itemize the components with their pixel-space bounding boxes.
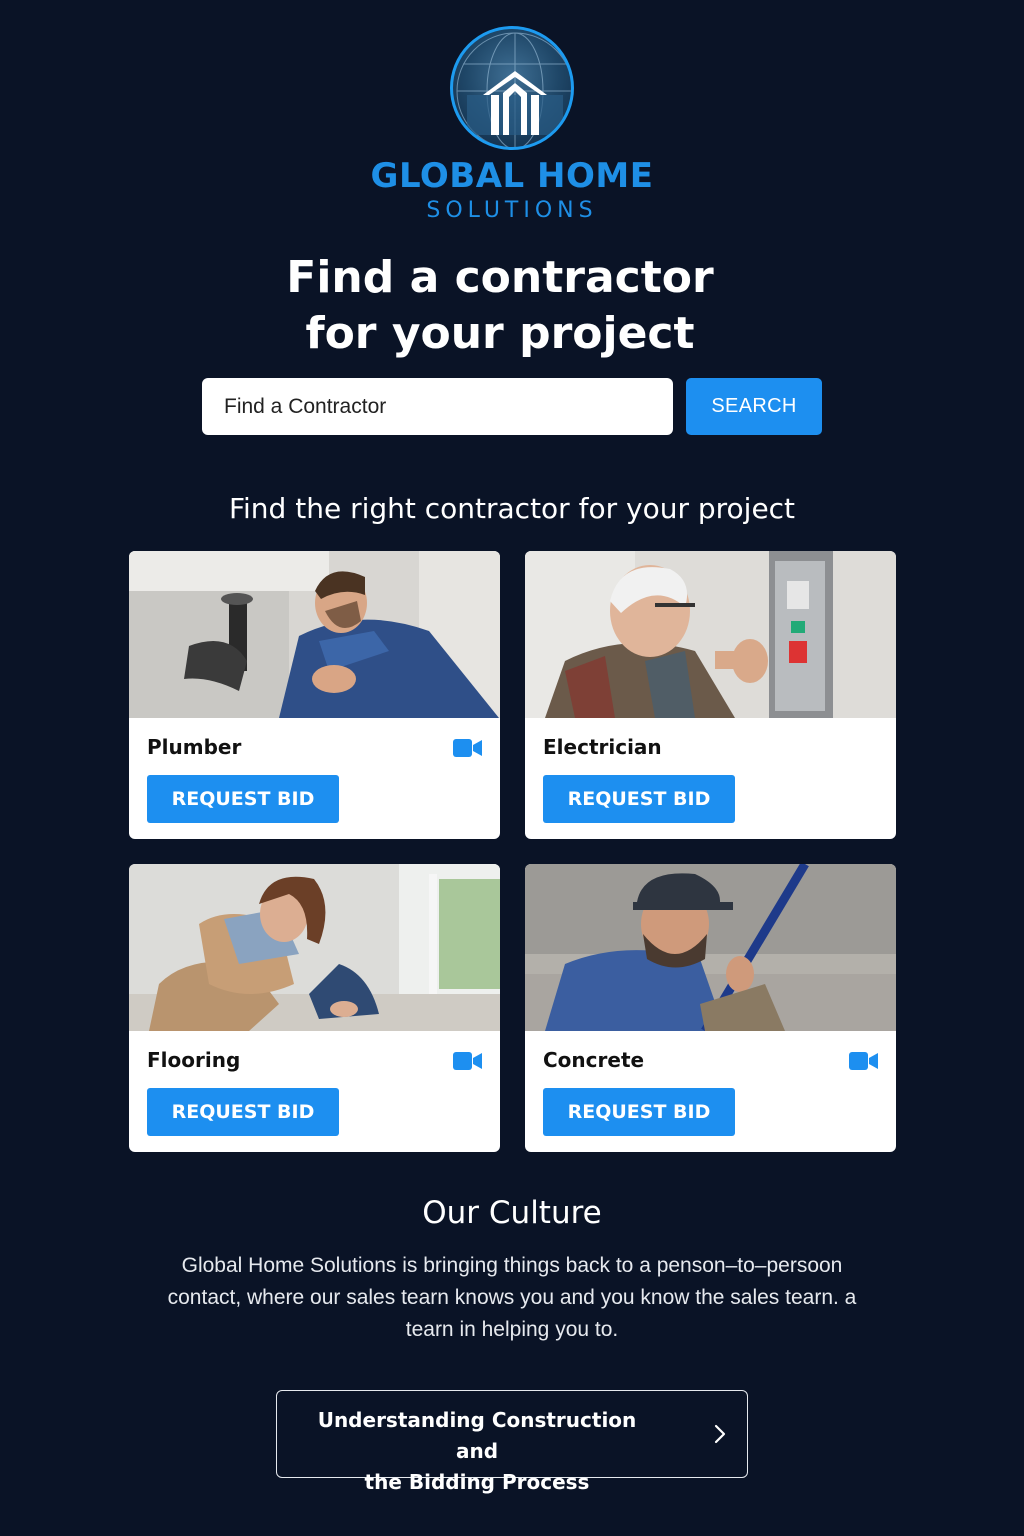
contractor-card-electrician[interactable]: Electrician REQUEST BID: [525, 551, 896, 839]
bidding-process-link[interactable]: Understanding Construction and the Biddi…: [276, 1390, 748, 1494]
search-bar: SEARCH: [202, 378, 822, 435]
culture-heading: Our Culture: [422, 1195, 602, 1231]
bidding-process-label: Understanding Construction and the Biddi…: [297, 1405, 657, 1498]
chevron-right-icon: [714, 1424, 726, 1444]
card-title: Plumber: [147, 735, 242, 759]
brand-title: GLOBAL HOME: [370, 156, 654, 196]
plumber-photo: [129, 551, 500, 718]
flooring-photo: [129, 864, 500, 1031]
search-button[interactable]: SEARCH: [686, 378, 822, 435]
page-title-line1: Find a contractor: [286, 252, 714, 303]
video-icon[interactable]: [849, 1051, 879, 1071]
contractor-card-concrete[interactable]: Concrete REQUEST BID: [525, 864, 896, 1152]
request-bid-button[interactable]: REQUEST BID: [147, 775, 339, 823]
page-title: Find a contractor for your project: [0, 250, 1000, 362]
request-bid-button[interactable]: REQUEST BID: [147, 1088, 339, 1136]
electrician-photo: [525, 551, 896, 718]
concrete-photo: [525, 864, 896, 1031]
contractors-heading: Find the right contractor for your proje…: [228, 492, 796, 525]
bidding-process-label-line2: the Bidding Process: [364, 1470, 590, 1494]
video-icon[interactable]: [453, 1051, 483, 1071]
house-globe-icon: [450, 26, 574, 150]
card-title: Flooring: [147, 1048, 241, 1072]
contractor-card-flooring[interactable]: Flooring REQUEST BID: [129, 864, 500, 1152]
card-title: Concrete: [543, 1048, 645, 1072]
request-bid-button[interactable]: REQUEST BID: [543, 775, 735, 823]
request-bid-button[interactable]: REQUEST BID: [543, 1088, 735, 1136]
search-input[interactable]: [202, 378, 673, 435]
contractor-card-plumber[interactable]: Plumber REQUEST BID: [129, 551, 500, 839]
brand-subtitle: SOLUTIONS: [426, 198, 598, 223]
video-icon[interactable]: [453, 738, 483, 758]
brand-logo[interactable]: GLOBAL HOME SOLUTIONS: [0, 26, 1024, 223]
bidding-process-label-line1: Understanding Construction and: [317, 1408, 637, 1463]
page-title-line2: for your project: [305, 308, 695, 359]
card-title: Electrician: [543, 735, 662, 759]
culture-text: Global Home Solutions is bringing things…: [167, 1254, 857, 1341]
